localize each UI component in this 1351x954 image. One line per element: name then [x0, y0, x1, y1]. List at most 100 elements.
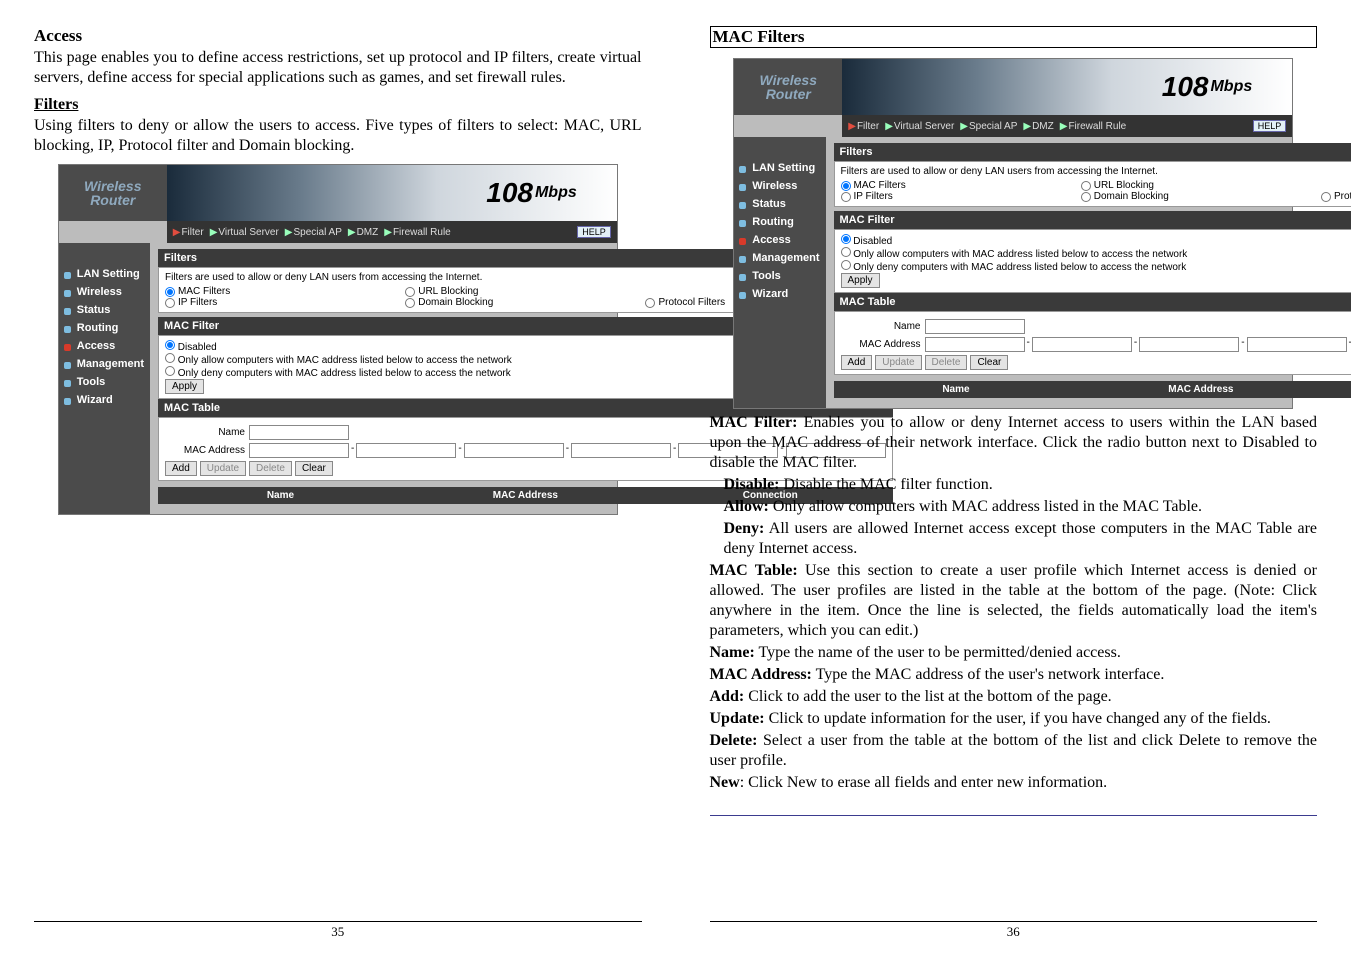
mac-box-4b[interactable]	[1247, 337, 1347, 352]
radio-allow-2[interactable]	[841, 247, 851, 257]
bottom-rule-right	[710, 815, 1318, 816]
clear-button-2[interactable]: Clear	[970, 355, 1008, 370]
radio-disabled-2[interactable]	[841, 234, 851, 244]
label-mac: MAC Filters	[178, 286, 230, 297]
radio-url[interactable]	[405, 287, 415, 297]
sidebar-item-access[interactable]: Access	[59, 337, 150, 355]
sidebar-item-tools-2[interactable]: Tools	[734, 267, 825, 285]
radio-url-2[interactable]	[1081, 181, 1091, 191]
col-conn-2: Connection	[1323, 384, 1351, 395]
mac-box-1[interactable]	[249, 443, 349, 458]
menu-special-2[interactable]: ▶Special AP	[960, 121, 1017, 132]
macaddr-label-2: MAC Address	[841, 339, 921, 350]
delete-button-2[interactable]: Delete	[925, 355, 968, 370]
sidebar-item-routing-2[interactable]: Routing	[734, 213, 825, 231]
sidebar-item-wireless[interactable]: Wireless	[59, 283, 150, 301]
radio-deny[interactable]	[165, 366, 175, 376]
sidebar-item-access-2[interactable]: Access	[734, 231, 825, 249]
radio-proto[interactable]	[645, 298, 655, 308]
disable-para: Disable: Disable the MAC filter function…	[710, 475, 1318, 495]
router-menubar-2: ▶Filter ▶Virtual Server ▶Special AP ▶DMZ…	[842, 115, 1292, 137]
menu-vserver-2[interactable]: ▶Virtual Server	[885, 121, 954, 132]
sidebar-item-management[interactable]: Management	[59, 355, 150, 373]
menu-help[interactable]: HELP	[577, 226, 611, 238]
mac-box-1b[interactable]	[925, 337, 1025, 352]
label-allowdesc-2: Only allow computers with MAC address li…	[853, 249, 1187, 260]
router-screenshot-left: WirelessRouter 108Mbps ▶Filter ▶Virtual …	[34, 164, 642, 515]
label-disabled: Disabled	[178, 342, 217, 353]
macaddr-para: MAC Address: Type the MAC address of the…	[710, 665, 1318, 685]
mac-box-3[interactable]	[464, 443, 564, 458]
radio-allow[interactable]	[165, 353, 175, 363]
update-button-2[interactable]: Update	[875, 355, 921, 370]
radio-mac[interactable]	[165, 287, 175, 297]
radio-proto-2[interactable]	[1321, 192, 1331, 202]
radio-dom-2[interactable]	[1081, 192, 1091, 202]
col-mac-2: MAC Address	[1078, 384, 1323, 395]
menu-filter[interactable]: ▶Filter	[173, 227, 204, 238]
radio-deny-2[interactable]	[841, 260, 851, 270]
name-label: Name	[165, 427, 245, 438]
router-logo-2: WirelessRouter	[734, 59, 842, 115]
col-name-2: Name	[834, 384, 1079, 395]
col-mac: MAC Address	[403, 490, 648, 501]
sidebar-item-status-2[interactable]: Status	[734, 195, 825, 213]
clear-button[interactable]: Clear	[295, 461, 333, 476]
radio-ip[interactable]	[165, 298, 175, 308]
sidebar-item-management-2[interactable]: Management	[734, 249, 825, 267]
macfilter-block-header-2: MAC Filter	[834, 211, 1351, 229]
router-sidebar: LAN Setting Wireless Status Routing Acce…	[59, 243, 150, 514]
mac-box-4[interactable]	[571, 443, 671, 458]
menu-filter-2[interactable]: ▶Filter	[848, 121, 879, 132]
router-ui: WirelessRouter 108Mbps ▶Filter ▶Virtual …	[58, 164, 618, 515]
mac-box-2[interactable]	[356, 443, 456, 458]
access-para: This page enables you to define access r…	[34, 48, 642, 88]
filters-heading: Filters	[34, 96, 642, 114]
name-input[interactable]	[249, 425, 349, 440]
router-screenshot-right: WirelessRouter 108Mbps ▶Filter ▶Virtual …	[710, 58, 1318, 409]
menu-vserver[interactable]: ▶Virtual Server	[210, 227, 279, 238]
sidebar-item-status[interactable]: Status	[59, 301, 150, 319]
sidebar-item-wireless-2[interactable]: Wireless	[734, 177, 825, 195]
add-button-2[interactable]: Add	[841, 355, 873, 370]
radio-dom[interactable]	[405, 298, 415, 308]
menu-fw-2[interactable]: ▶Firewall Rule	[1060, 121, 1127, 132]
radio-disabled[interactable]	[165, 340, 175, 350]
sidebar-item-lan-2[interactable]: LAN Setting	[734, 159, 825, 177]
add-button[interactable]: Add	[165, 461, 197, 476]
router-banner: 108Mbps	[167, 165, 617, 221]
macfilter-para: MAC Filter: Enables you to allow or deny…	[710, 413, 1318, 473]
menu-help-2[interactable]: HELP	[1253, 120, 1287, 132]
menu-fw[interactable]: ▶Firewall Rule	[384, 227, 451, 238]
router-banner-2: 108Mbps	[842, 59, 1292, 115]
label-ip-2: IP Filters	[854, 191, 893, 202]
col-name: Name	[158, 490, 403, 501]
name-label-2: Name	[841, 321, 921, 332]
label-denydesc-2: Only deny computers with MAC address lis…	[853, 262, 1186, 273]
sidebar-item-wizard-2[interactable]: Wizard	[734, 285, 825, 303]
access-heading: Access	[34, 26, 642, 46]
apply-button-2[interactable]: Apply	[841, 273, 880, 288]
menu-dmz[interactable]: ▶DMZ	[348, 227, 378, 238]
update-button[interactable]: Update	[200, 461, 246, 476]
mactable-para: MAC Table: Use this section to create a …	[710, 561, 1318, 641]
mac-box-3b[interactable]	[1139, 337, 1239, 352]
mac-box-2b[interactable]	[1032, 337, 1132, 352]
update-para: Update: Click to update information for …	[710, 709, 1318, 729]
menu-dmz-2[interactable]: ▶DMZ	[1023, 121, 1053, 132]
radio-ip-2[interactable]	[841, 192, 851, 202]
radio-mac-2[interactable]	[841, 181, 851, 191]
sidebar-item-lan[interactable]: LAN Setting	[59, 265, 150, 283]
apply-button[interactable]: Apply	[165, 379, 204, 394]
allow-para: Allow: Only allow computers with MAC add…	[710, 497, 1318, 517]
label-ip: IP Filters	[178, 297, 217, 308]
label-allowdesc: Only allow computers with MAC address li…	[178, 355, 512, 366]
sidebar-item-routing[interactable]: Routing	[59, 319, 150, 337]
name-input-2[interactable]	[925, 319, 1025, 334]
sidebar-item-tools[interactable]: Tools	[59, 373, 150, 391]
menu-special[interactable]: ▶Special AP	[285, 227, 342, 238]
delete-para: Delete: Select a user from the table at …	[710, 731, 1318, 771]
delete-button[interactable]: Delete	[249, 461, 292, 476]
sidebar-item-wizard[interactable]: Wizard	[59, 391, 150, 409]
label-proto-2: Protocol Filters	[1334, 191, 1351, 202]
